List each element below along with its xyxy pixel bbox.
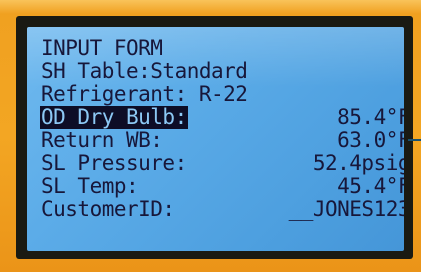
field-row-sl-temp[interactable]: SL Temp: 45.4°F — [41, 175, 404, 198]
form-title-row: INPUT FORM — [41, 37, 404, 60]
field-label-customer-id: CustomerID: — [41, 197, 175, 221]
callout-pointer-line — [408, 139, 421, 141]
field-label-refrigerant: Refrigerant: R-22 — [41, 82, 248, 106]
field-value-sl-pressure: 52.4psig — [312, 151, 404, 175]
device-body: INPUT FORM SH Table:Standard Refrigerant… — [0, 0, 421, 272]
field-value-return-wb: 63.0°F — [337, 128, 404, 152]
field-label-sl-pressure: SL Pressure: — [41, 151, 187, 175]
field-row-sl-pressure[interactable]: SL Pressure: 52.4psig — [41, 152, 404, 175]
device-edge-highlight — [0, 0, 421, 14]
field-label-od-dry-bulb-selected: OD Dry Bulb: — [40, 105, 188, 129]
field-label-return-wb: Return WB: — [41, 128, 163, 152]
field-value-customer-id: __JONES123 — [288, 197, 404, 221]
lcd-screen: INPUT FORM SH Table:Standard Refrigerant… — [27, 27, 404, 251]
field-row-customer-id[interactable]: CustomerID: __JONES123 — [41, 198, 404, 221]
field-label-sh-table: SH Table:Standard — [41, 59, 248, 83]
field-row-od-dry-bulb[interactable]: OD Dry Bulb: 85.4°F — [40, 105, 404, 129]
field-row-refrigerant[interactable]: Refrigerant: R-22 — [41, 83, 404, 106]
form-title: INPUT FORM — [41, 36, 163, 60]
field-row-return-wb[interactable]: Return WB: 63.0°F — [41, 129, 404, 152]
field-label-sl-temp: SL Temp: — [41, 174, 139, 198]
field-value-sl-temp: 45.4°F — [337, 174, 404, 198]
field-value-od-dry-bulb: 85.4°F — [337, 105, 404, 129]
field-row-sh-table[interactable]: SH Table:Standard — [41, 60, 404, 83]
